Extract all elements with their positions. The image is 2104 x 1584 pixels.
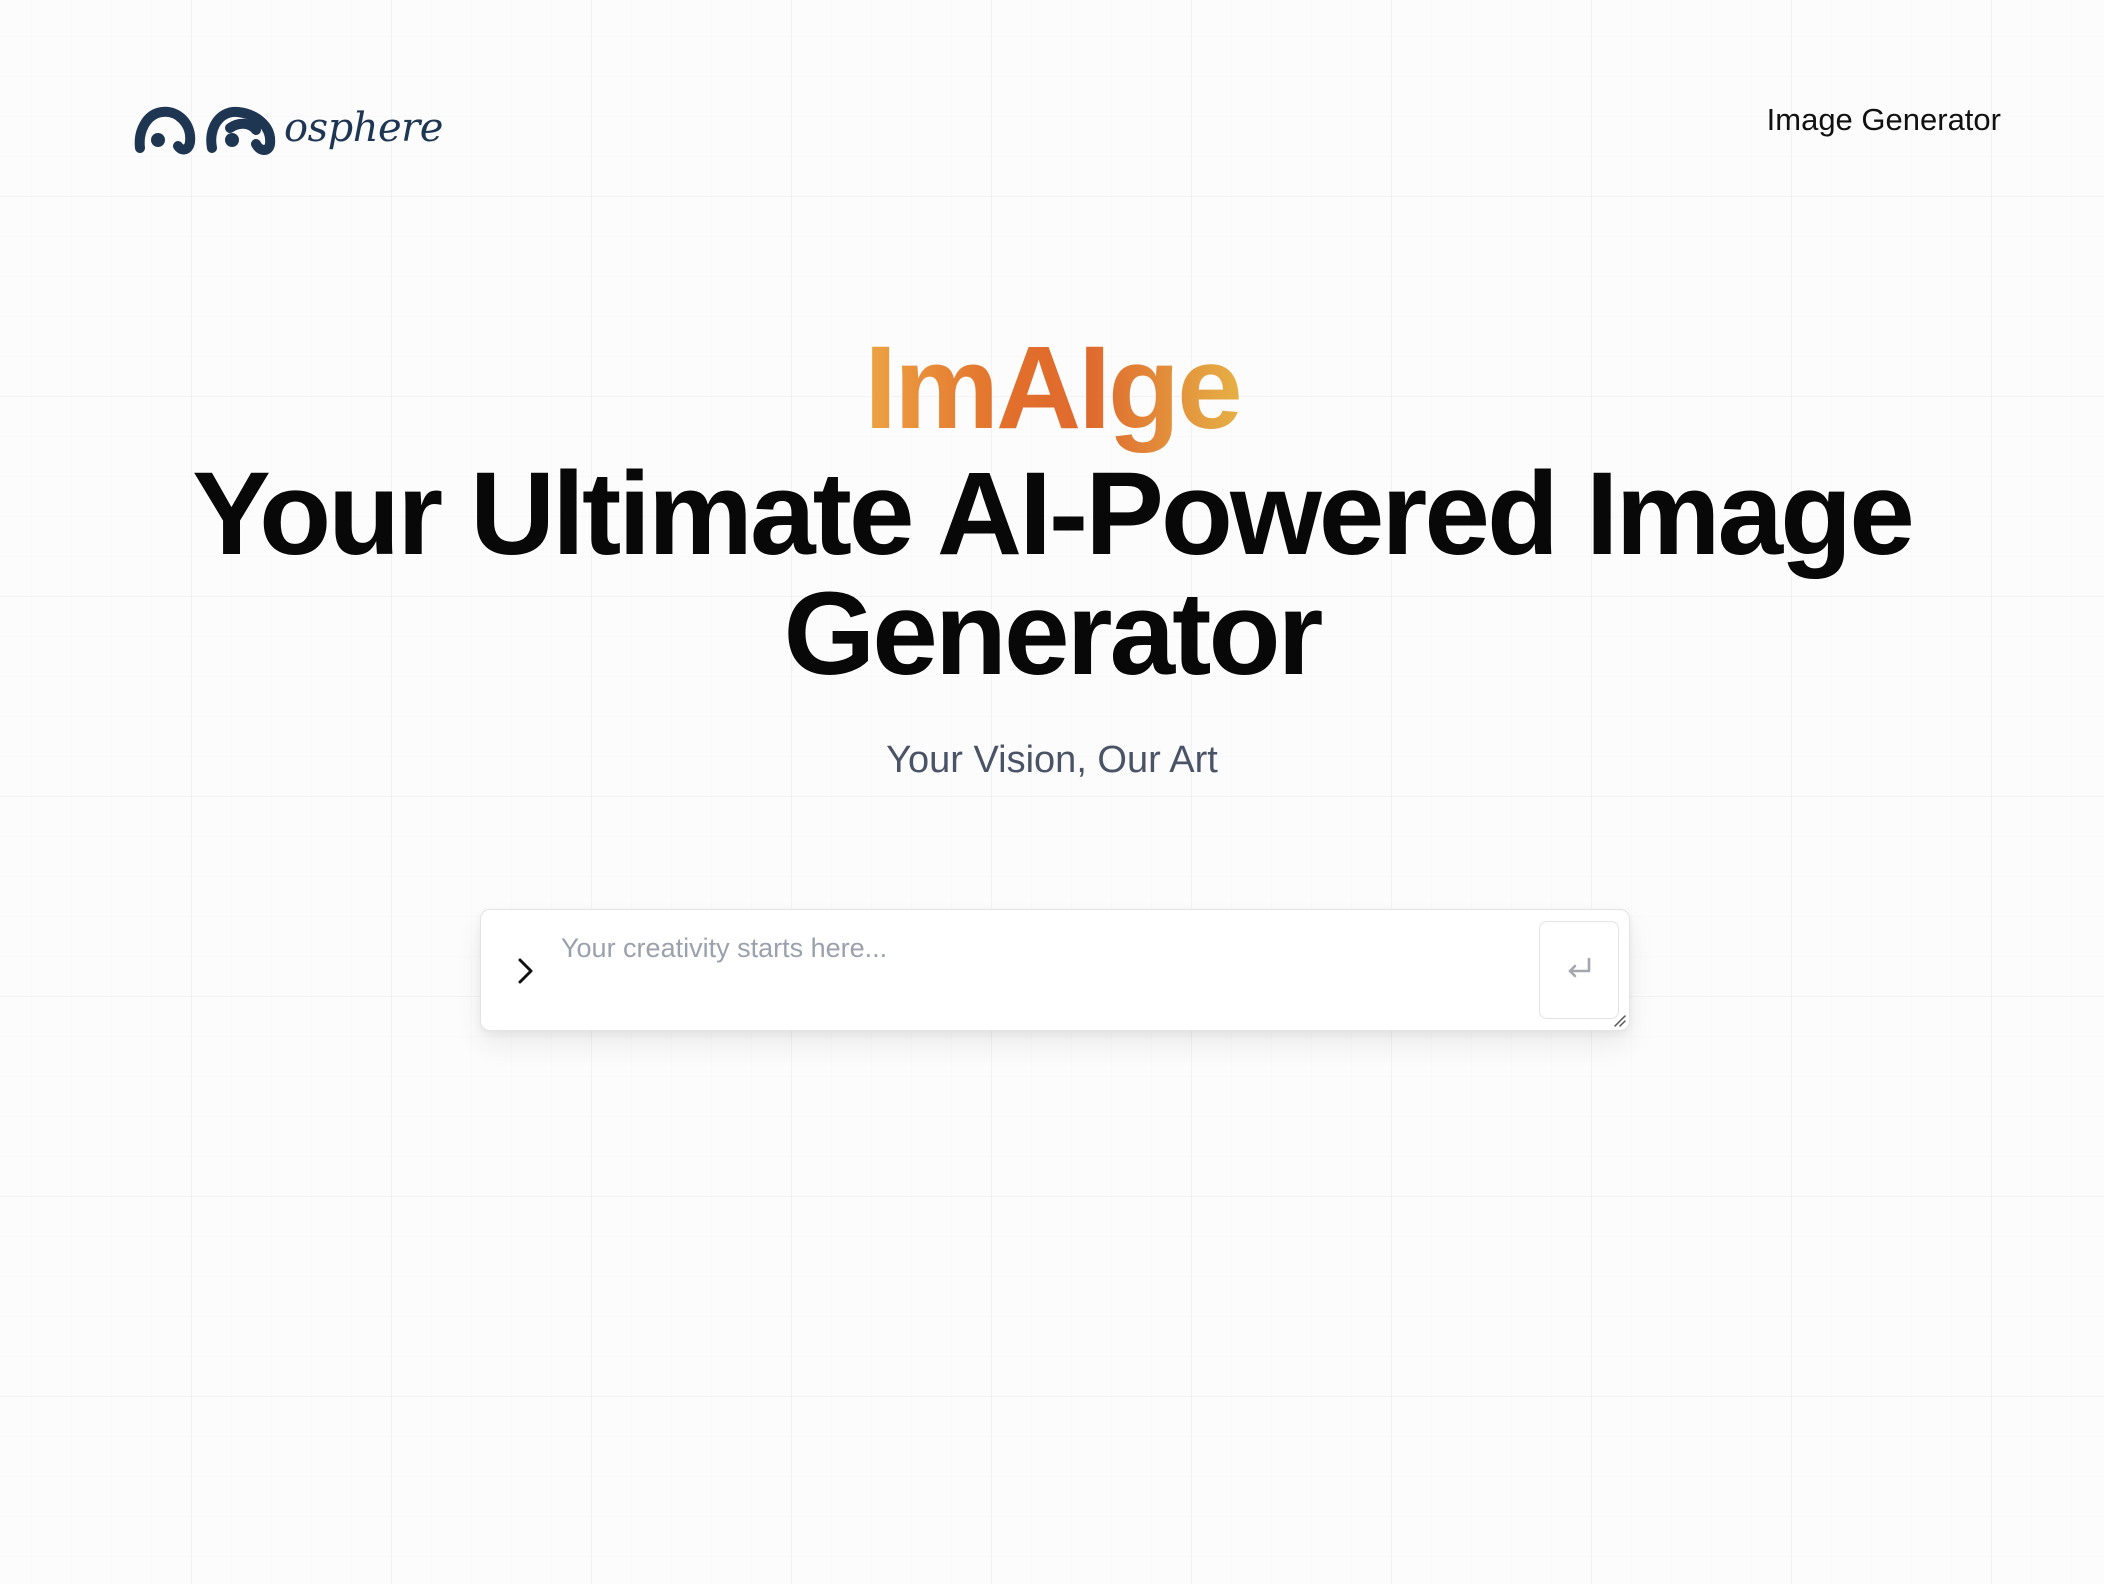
- logo-wordmark: osphere: [284, 105, 443, 151]
- page-headline: Your Ultimate AI-Powered Image Generator: [192, 448, 1915, 700]
- enter-return-icon: [1564, 956, 1594, 985]
- hero-section: ImAIge Your Ultimate AI-Powered Image Ge…: [0, 318, 2104, 782]
- brand-row: ImAIge: [0, 318, 2104, 458]
- prompt-box: [480, 909, 1630, 1031]
- chevron-right-icon: [511, 952, 541, 990]
- site-logo[interactable]: osphere: [132, 88, 443, 158]
- submit-button[interactable]: [1539, 921, 1619, 1019]
- prompt-input[interactable]: [561, 930, 1501, 1010]
- page-tagline: Your Vision, Our Art: [886, 739, 1218, 781]
- nav-image-generator-link[interactable]: Image Generator: [1767, 100, 2001, 140]
- brand-title: ImAIge: [864, 318, 1242, 458]
- site-header: osphere Image Generator: [0, 0, 2104, 196]
- logo-mark-icon: [134, 106, 276, 155]
- resize-handle-icon[interactable]: [1611, 1012, 1627, 1028]
